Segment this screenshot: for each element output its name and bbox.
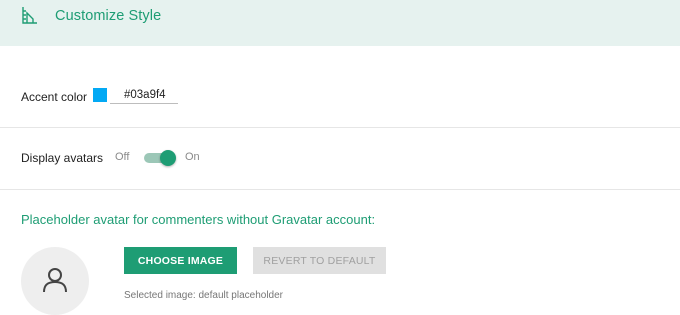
avatar [21, 247, 89, 315]
toggle-on-label: On [185, 151, 200, 163]
revert-to-default-button[interactable]: REVERT TO DEFAULT [253, 247, 386, 274]
toggle-off-label: Off [115, 151, 130, 163]
selected-image-text: Selected image: default placeholder [124, 290, 283, 301]
choose-image-button[interactable]: CHOOSE IMAGE [124, 247, 237, 274]
panel-header: Customize Style [0, 0, 680, 46]
page-title: Customize Style [55, 8, 162, 24]
accent-color-input[interactable] [110, 86, 178, 104]
placeholder-avatar-heading: Placeholder avatar for commenters withou… [21, 212, 376, 227]
display-avatars-toggle[interactable] [144, 150, 176, 166]
toggle-knob [160, 150, 176, 166]
display-avatars-label: Display avatars [21, 151, 104, 165]
palette-ruler-icon [22, 7, 37, 24]
accent-color-swatch[interactable] [93, 88, 107, 102]
divider [0, 127, 680, 128]
divider [0, 189, 680, 190]
accent-color-label: Accent color [21, 90, 88, 104]
user-icon [43, 268, 67, 293]
